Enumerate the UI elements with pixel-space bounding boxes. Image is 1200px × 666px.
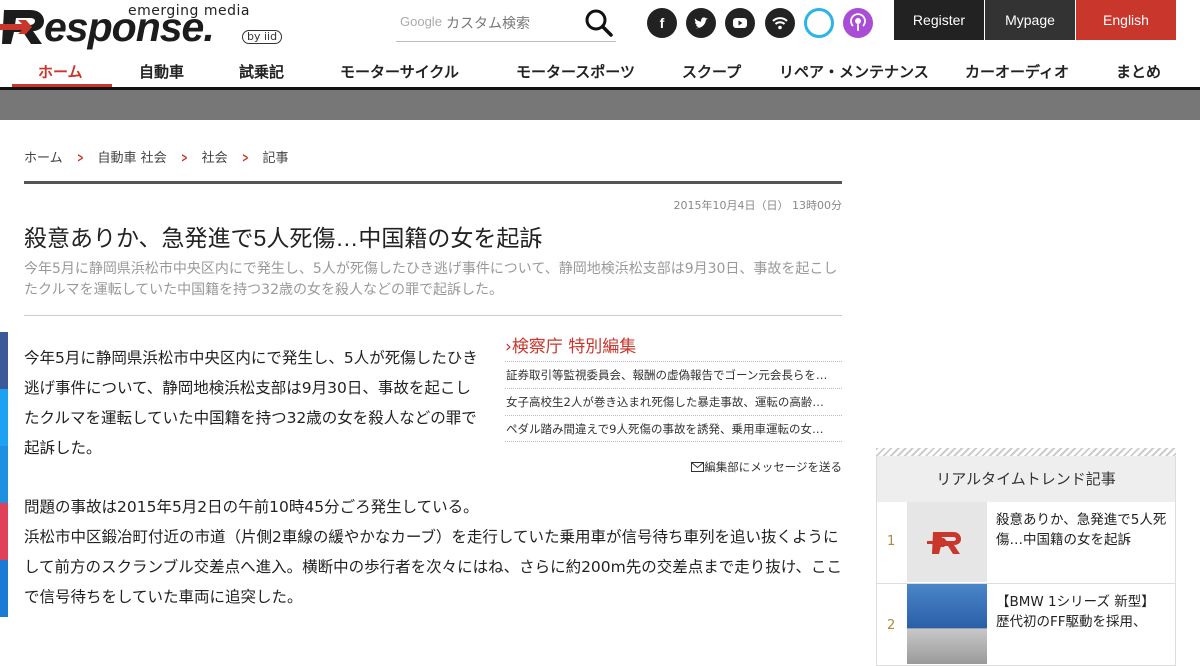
response-r-logo-icon (927, 532, 961, 554)
trend-title: 【BMW 1シリーズ 新型】歴代初のFF駆動を採用、 (996, 594, 1155, 630)
related-box: ›検察庁 特別編集 証券取引等監視委員会、報酬の虚偽報告でゴーン元会長らを… 女… (505, 332, 842, 442)
register-button[interactable]: Register (894, 0, 984, 40)
trend-item[interactable]: 1 殺意ありか、急発進で5人死傷…中国籍の女を起訴 (876, 502, 1176, 584)
chevron-right-icon: > (180, 151, 188, 166)
breadcrumb-cars-society[interactable]: 自動車 社会 (98, 151, 167, 166)
response-r-logo-icon (0, 10, 44, 44)
article-date: 2015年10月4日（日） 13時00分 (673, 199, 842, 212)
trend-title: 殺意ありか、急発進で5人死傷…中国籍の女を起訴 (996, 512, 1167, 548)
search-box[interactable]: Google カスタム検索 (396, 2, 616, 42)
search-input[interactable]: カスタム検索 (446, 13, 530, 33)
logo-wordmark: esponse. (44, 4, 215, 50)
nav-matome[interactable]: まとめ (1116, 61, 1161, 82)
article-body-line: 浜松市中区鍛冶町付近の市道（片側2車線の緩やかなカーブ）を走行していた乗用車が信… (24, 528, 842, 606)
share-hatena-button[interactable] (0, 446, 8, 503)
share-line-button[interactable] (0, 560, 8, 617)
side-share-bar (0, 332, 8, 617)
mail-icon (691, 462, 705, 472)
nav-car-audio[interactable]: カーオーディオ (965, 61, 1069, 82)
google-label: Google (400, 14, 442, 29)
main-nav: ホーム 自動車 試乗記 モーターサイクル モータースポーツ スクープ リペア・メ… (0, 54, 1200, 90)
mypage-button[interactable]: Mypage (985, 0, 1075, 40)
nav-cars[interactable]: 自動車 (139, 61, 184, 82)
nav-test-drive[interactable]: 試乗記 (239, 61, 284, 82)
trend-rank: 2 (887, 618, 896, 633)
nav-motorsports[interactable]: モータースポーツ (516, 61, 635, 82)
twitter-icon[interactable] (686, 8, 716, 38)
breadcrumb-article: 記事 (262, 151, 289, 166)
related-item[interactable]: ペダル踏み間違えで9人死傷の事故を誘発、乗用車運転の女… (505, 415, 842, 442)
nav-repair[interactable]: リペア・メンテナンス (779, 61, 929, 82)
podcast-icon[interactable] (843, 8, 873, 38)
rss-icon[interactable] (765, 8, 795, 38)
message-editor-label: 編集部にメッセージを送る (704, 460, 842, 474)
article-top-rule (24, 181, 842, 184)
nav-motorcycle[interactable]: モーターサイクル (340, 61, 459, 82)
breadcrumb: ホーム > 自動車 社会 > 社会 > 記事 (24, 147, 289, 166)
trend-rank: 1 (887, 534, 896, 549)
trend-thumbnail (907, 584, 987, 664)
trend-stripe (876, 448, 1176, 456)
trend-thumbnail (907, 502, 987, 582)
article-body-paragraph-1: 今年5月に静岡県浜松市中央区内にで発生し、5人が死傷したひき逃げ事件について、静… (24, 349, 478, 457)
related-heading[interactable]: ›検察庁 特別編集 (505, 332, 842, 357)
article-body-paragraph-2: 問題の事故は2015年5月2日の午前10時45分ごろ発生している。 浜松市中区鍛… (24, 492, 844, 612)
ad-banner-area (0, 90, 1200, 120)
share-twitter-button[interactable] (0, 389, 8, 446)
related-heading-label: 検察庁 特別編集 (511, 337, 637, 357)
trend-item[interactable]: 2 【BMW 1シリーズ 新型】歴代初のFF駆動を採用、 (876, 584, 1176, 666)
facebook-icon[interactable]: f (647, 8, 677, 38)
nav-home[interactable]: ホーム (38, 61, 83, 82)
nav-active-indicator (12, 84, 112, 87)
breadcrumb-home[interactable]: ホーム (24, 151, 63, 166)
article-body-line: 問題の事故は2015年5月2日の午前10時45分ごろ発生している。 (24, 498, 479, 516)
article-title: 殺意ありか、急発進で5人死傷…中国籍の女を起訴 (24, 225, 543, 251)
logo-by-iid: by iid (242, 30, 283, 44)
response-logo[interactable]: emerging media esponse. by iid (0, 2, 285, 50)
article-lead: 今年5月に静岡県浜松市中央区内にで発生し、5人が死傷したひき逃げ事件について、静… (24, 261, 838, 298)
trend-heading: リアルタイムトレンド記事 (876, 456, 1176, 502)
nav-scoop[interactable]: スクープ (682, 61, 741, 82)
top-bar: emerging media esponse. by iid Google カス… (0, 0, 1200, 54)
breadcrumb-society[interactable]: 社会 (202, 151, 228, 166)
related-item[interactable]: 証券取引等監視委員会、報酬の虚偽報告でゴーン元会長らを… (505, 361, 842, 388)
message-editor-link[interactable]: 編集部にメッセージを送る (600, 459, 842, 475)
related-item[interactable]: 女子高校生2人が巻き込まれ死傷した暴走事故、運転の高齢… (505, 388, 842, 415)
share-facebook-button[interactable] (0, 332, 8, 389)
article-divider (24, 315, 842, 316)
share-pocket-button[interactable] (0, 503, 8, 560)
realtime-trend-box: リアルタイムトレンド記事 1 殺意ありか、急発進で5人死傷…中国籍の女を起訴 2… (876, 448, 1176, 666)
english-button[interactable]: English (1076, 0, 1176, 40)
search-icon[interactable] (584, 8, 614, 38)
youtube-icon[interactable] (725, 8, 755, 38)
chevron-right-icon: > (76, 151, 84, 166)
alexa-icon[interactable] (804, 8, 834, 38)
chevron-right-icon: › (505, 337, 512, 357)
chevron-right-icon: > (241, 151, 249, 166)
